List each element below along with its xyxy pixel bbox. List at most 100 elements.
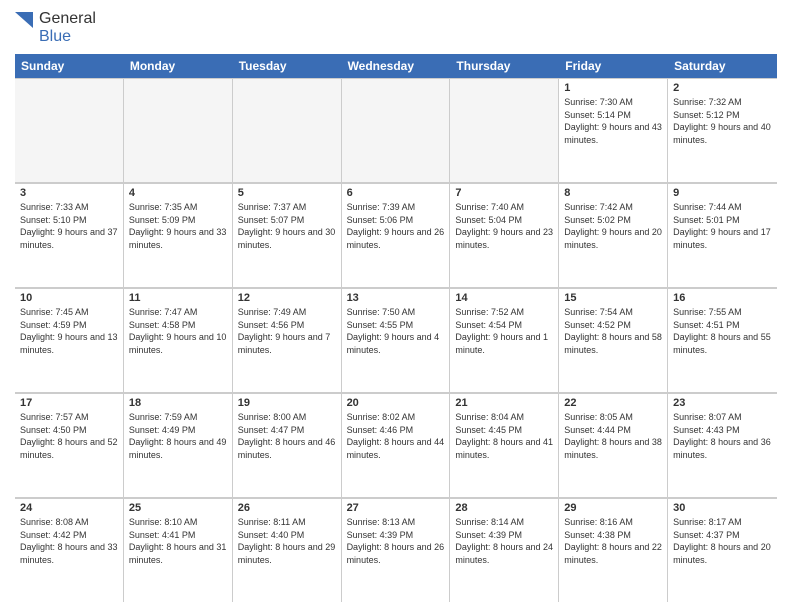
cell-info: Sunrise: 7:59 AMSunset: 4:49 PMDaylight:…: [129, 411, 227, 461]
day-number: 2: [673, 82, 772, 94]
cell-info: Sunrise: 7:42 AMSunset: 5:02 PMDaylight:…: [564, 201, 662, 251]
cell-info: Sunrise: 7:44 AMSunset: 5:01 PMDaylight:…: [673, 201, 772, 251]
col-header-thursday: Thursday: [450, 54, 559, 78]
col-header-sunday: Sunday: [15, 54, 124, 78]
calendar-cell: 11 Sunrise: 7:47 AMSunset: 4:58 PMDayligh…: [124, 289, 233, 392]
calendar-row-1: 3 Sunrise: 7:33 AMSunset: 5:10 PMDaylight…: [15, 183, 777, 288]
cell-info: Sunrise: 7:54 AMSunset: 4:52 PMDaylight:…: [564, 306, 662, 356]
cell-info: Sunrise: 7:30 AMSunset: 5:14 PMDaylight:…: [564, 96, 662, 146]
cell-info: Sunrise: 7:55 AMSunset: 4:51 PMDaylight:…: [673, 306, 772, 356]
day-number: 15: [564, 292, 662, 304]
day-number: 16: [673, 292, 772, 304]
cell-info: Sunrise: 8:05 AMSunset: 4:44 PMDaylight:…: [564, 411, 662, 461]
day-number: 24: [20, 502, 118, 514]
calendar-cell: 8Sunrise: 7:42 AMSunset: 5:02 PMDaylight…: [559, 184, 668, 287]
calendar-cell: 13 Sunrise: 7:50 AMSunset: 4:55 PMDayligh…: [342, 289, 451, 392]
calendar-row-3: 17 Sunrise: 7:57 AMSunset: 4:50 PMDayligh…: [15, 393, 777, 498]
col-header-friday: Friday: [559, 54, 668, 78]
day-number: 17: [20, 397, 118, 409]
day-number: 20: [347, 397, 445, 409]
calendar-cell: 22 Sunrise: 8:05 AMSunset: 4:44 PMDayligh…: [559, 394, 668, 497]
calendar-cell: 2 Sunrise: 7:32 AMSunset: 5:12 PMDaylight…: [668, 79, 777, 182]
calendar-cell: 17 Sunrise: 7:57 AMSunset: 4:50 PMDayligh…: [15, 394, 124, 497]
cell-info: Sunrise: 7:39 AMSunset: 5:06 PMDaylight:…: [347, 201, 445, 251]
calendar-cell: [233, 79, 342, 182]
calendar-cell: 24 Sunrise: 8:08 AMSunset: 4:42 PMDayligh…: [15, 499, 124, 602]
calendar-cell: 1 Sunrise: 7:30 AMSunset: 5:14 PMDaylight…: [559, 79, 668, 182]
cell-info: Sunrise: 7:49 AMSunset: 4:56 PMDaylight:…: [238, 306, 336, 356]
calendar-cell: 6Sunrise: 7:39 AMSunset: 5:06 PMDaylight…: [342, 184, 451, 287]
cell-info: Sunrise: 8:08 AMSunset: 4:42 PMDaylight:…: [20, 516, 118, 566]
calendar-cell: 26 Sunrise: 8:11 AMSunset: 4:40 PMDayligh…: [233, 499, 342, 602]
calendar-cell: 23 Sunrise: 8:07 AMSunset: 4:43 PMDayligh…: [668, 394, 777, 497]
cell-info: Sunrise: 7:32 AMSunset: 5:12 PMDaylight:…: [673, 96, 772, 146]
col-header-monday: Monday: [124, 54, 233, 78]
calendar-cell: 4 Sunrise: 7:35 AMSunset: 5:09 PMDaylight…: [124, 184, 233, 287]
cell-info: Sunrise: 7:57 AMSunset: 4:50 PMDaylight:…: [20, 411, 118, 461]
day-number: 18: [129, 397, 227, 409]
day-number: 4: [129, 187, 227, 199]
calendar-body: 1 Sunrise: 7:30 AMSunset: 5:14 PMDaylight…: [15, 78, 777, 602]
calendar-cell: 10Sunrise: 7:45 AMSunset: 4:59 PMDayligh…: [15, 289, 124, 392]
day-number: 23: [673, 397, 772, 409]
calendar: SundayMondayTuesdayWednesdayThursdayFrid…: [15, 54, 777, 602]
cell-info: Sunrise: 7:47 AMSunset: 4:58 PMDaylight:…: [129, 306, 227, 356]
calendar-cell: 9Sunrise: 7:44 AMSunset: 5:01 PMDaylight…: [668, 184, 777, 287]
logo-triangle-icon: [15, 10, 35, 46]
calendar-cell: 15 Sunrise: 7:54 AMSunset: 4:52 PMDayligh…: [559, 289, 668, 392]
calendar-cell: [15, 79, 124, 182]
day-number: 10: [20, 292, 118, 304]
calendar-row-2: 10Sunrise: 7:45 AMSunset: 4:59 PMDayligh…: [15, 288, 777, 393]
cell-info: Sunrise: 7:50 AMSunset: 4:55 PMDaylight:…: [347, 306, 445, 356]
calendar-cell: 12 Sunrise: 7:49 AMSunset: 4:56 PMDayligh…: [233, 289, 342, 392]
cell-info: Sunrise: 8:16 AMSunset: 4:38 PMDaylight:…: [564, 516, 662, 566]
day-number: 3: [20, 187, 118, 199]
calendar-cell: 30 Sunrise: 8:17 AMSunset: 4:37 PMDayligh…: [668, 499, 777, 602]
calendar-cell: 14 Sunrise: 7:52 AMSunset: 4:54 PMDayligh…: [450, 289, 559, 392]
day-number: 19: [238, 397, 336, 409]
day-number: 5: [238, 187, 336, 199]
calendar-cell: 3 Sunrise: 7:33 AMSunset: 5:10 PMDaylight…: [15, 184, 124, 287]
day-number: 7: [455, 187, 553, 199]
day-number: 1: [564, 82, 662, 94]
cell-info: Sunrise: 7:35 AMSunset: 5:09 PMDaylight:…: [129, 201, 227, 251]
header: GeneralBlue: [15, 10, 777, 46]
calendar-cell: 28Sunrise: 8:14 AMSunset: 4:39 PMDayligh…: [450, 499, 559, 602]
cell-info: Sunrise: 8:10 AMSunset: 4:41 PMDaylight:…: [129, 516, 227, 566]
cell-info: Sunrise: 8:07 AMSunset: 4:43 PMDaylight:…: [673, 411, 772, 461]
col-header-wednesday: Wednesday: [342, 54, 451, 78]
col-header-saturday: Saturday: [668, 54, 777, 78]
calendar-cell: 29 Sunrise: 8:16 AMSunset: 4:38 PMDayligh…: [559, 499, 668, 602]
cell-info: Sunrise: 7:40 AMSunset: 5:04 PMDaylight:…: [455, 201, 553, 251]
cell-info: Sunrise: 8:11 AMSunset: 4:40 PMDaylight:…: [238, 516, 336, 566]
day-number: 12: [238, 292, 336, 304]
page: GeneralBlue SundayMondayTuesdayWednesday…: [0, 0, 792, 612]
day-number: 30: [673, 502, 772, 514]
day-number: 26: [238, 502, 336, 514]
day-number: 29: [564, 502, 662, 514]
day-number: 13: [347, 292, 445, 304]
cell-info: Sunrise: 8:14 AMSunset: 4:39 PMDaylight:…: [455, 516, 553, 566]
calendar-cell: 18 Sunrise: 7:59 AMSunset: 4:49 PMDayligh…: [124, 394, 233, 497]
cell-info: Sunrise: 7:37 AMSunset: 5:07 PMDaylight:…: [238, 201, 336, 251]
calendar-cell: 16 Sunrise: 7:55 AMSunset: 4:51 PMDayligh…: [668, 289, 777, 392]
cell-info: Sunrise: 7:33 AMSunset: 5:10 PMDaylight:…: [20, 201, 118, 251]
calendar-cell: 19Sunrise: 8:00 AMSunset: 4:47 PMDayligh…: [233, 394, 342, 497]
cell-info: Sunrise: 8:02 AMSunset: 4:46 PMDaylight:…: [347, 411, 445, 461]
cell-info: Sunrise: 8:13 AMSunset: 4:39 PMDaylight:…: [347, 516, 445, 566]
calendar-cell: 25Sunrise: 8:10 AMSunset: 4:41 PMDayligh…: [124, 499, 233, 602]
logo: GeneralBlue: [15, 10, 96, 46]
cell-info: Sunrise: 8:17 AMSunset: 4:37 PMDaylight:…: [673, 516, 772, 566]
cell-info: Sunrise: 7:52 AMSunset: 4:54 PMDaylight:…: [455, 306, 553, 356]
calendar-cell: 7 Sunrise: 7:40 AMSunset: 5:04 PMDaylight…: [450, 184, 559, 287]
day-number: 14: [455, 292, 553, 304]
calendar-cell: 21Sunrise: 8:04 AMSunset: 4:45 PMDayligh…: [450, 394, 559, 497]
calendar-cell: [450, 79, 559, 182]
col-header-tuesday: Tuesday: [233, 54, 342, 78]
calendar-cell: [342, 79, 451, 182]
day-number: 22: [564, 397, 662, 409]
cell-info: Sunrise: 8:04 AMSunset: 4:45 PMDaylight:…: [455, 411, 553, 461]
calendar-header: SundayMondayTuesdayWednesdayThursdayFrid…: [15, 54, 777, 78]
day-number: 27: [347, 502, 445, 514]
day-number: 11: [129, 292, 227, 304]
